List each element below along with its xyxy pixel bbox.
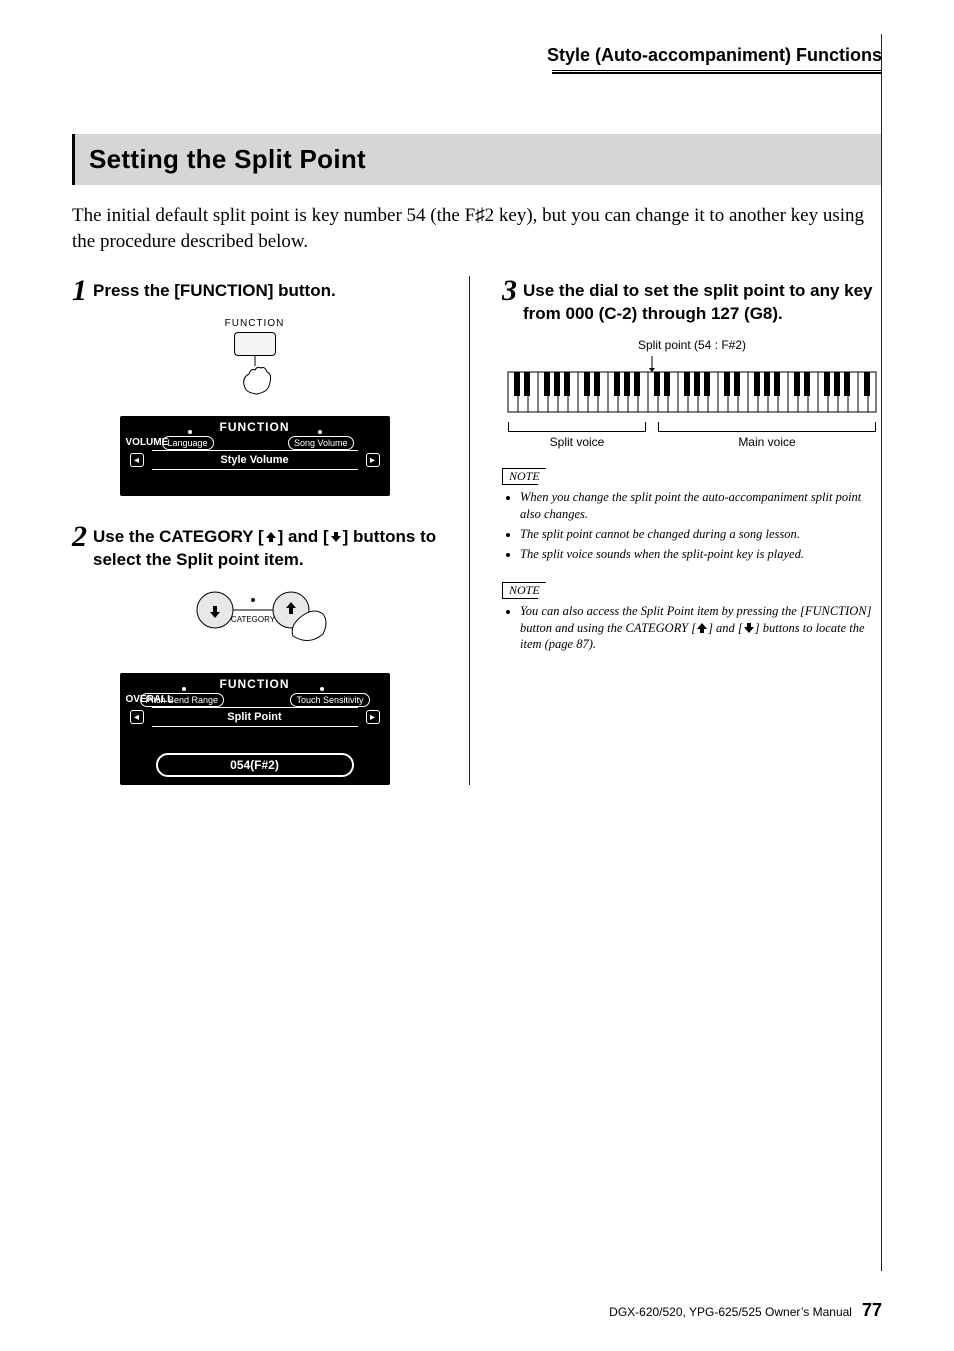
lcd1-title: FUNCTION bbox=[126, 420, 384, 434]
chapter-header: Style (Auto-accompaniment) Functions bbox=[547, 45, 882, 66]
header-rule bbox=[552, 70, 882, 74]
function-button-label: FUNCTION bbox=[72, 318, 437, 329]
note-head: NOTE bbox=[502, 582, 549, 599]
category-label: CATEGORY bbox=[230, 615, 275, 624]
step-1: 1 Press the [FUNCTION] button. bbox=[72, 276, 437, 306]
category-down-icon bbox=[743, 622, 755, 634]
lcd1-right-arrow-icon: ▸ bbox=[366, 453, 380, 467]
lcd2-dot-r bbox=[320, 687, 324, 691]
column-divider bbox=[469, 276, 470, 785]
category-up-icon bbox=[264, 530, 278, 544]
note-item: You can also access the Split Point item… bbox=[520, 603, 882, 654]
lcd2-value: 054(F#2) bbox=[156, 753, 354, 777]
manual-page: Style (Auto-accompaniment) Functions Set… bbox=[0, 0, 954, 1351]
lcd-figure-2: FUNCTION OVERALL Pitch Bend Range Touch … bbox=[72, 673, 437, 785]
lcd2-right-pill: Touch Sensitivity bbox=[290, 693, 369, 707]
lcd2-center: Split Point bbox=[152, 707, 358, 727]
note-block-2: NOTE You can also access the Split Point… bbox=[502, 581, 882, 654]
lcd2-left-arrow-icon: ◂ bbox=[130, 710, 144, 724]
page-footer: DGX-620/520, YPG-625/525 Owner’s Manual … bbox=[609, 1300, 882, 1321]
split-point-caption: Split point (54 : F#2) bbox=[502, 338, 882, 352]
intro-pre: The initial default split point is key n… bbox=[72, 205, 475, 226]
split-voice-label: Split voice bbox=[550, 435, 605, 449]
note-head: NOTE bbox=[502, 468, 549, 485]
note-item: When you change the split point the auto… bbox=[520, 489, 882, 523]
lcd1-center: Style Volume bbox=[152, 450, 358, 470]
keyboard-figure: Split point (54 : F#2) bbox=[502, 338, 882, 449]
lcd1-dot-l bbox=[188, 430, 192, 434]
intro-text: The initial default split point is key n… bbox=[72, 203, 882, 254]
page-number: 77 bbox=[862, 1300, 882, 1321]
step-text: Press the [FUNCTION] button. bbox=[93, 276, 336, 303]
lcd2-left-pill: Pitch Bend Range bbox=[140, 693, 225, 707]
section-title: Setting the Split Point bbox=[72, 134, 882, 185]
function-button-icon bbox=[234, 332, 276, 356]
category-down-icon bbox=[329, 530, 343, 544]
main-voice-label: Main voice bbox=[738, 435, 795, 449]
lcd1-left-pill: Language bbox=[162, 436, 214, 450]
hand-press-icon bbox=[225, 354, 285, 398]
lcd2-title: FUNCTION bbox=[126, 677, 384, 691]
lcd-figure-1: FUNCTION VOLUME Language Song Volume ◂ S… bbox=[72, 416, 437, 496]
manual-title: DGX-620/520, YPG-625/525 Owner’s Manual bbox=[609, 1305, 852, 1319]
step-text: Use the dial to set the split point to a… bbox=[523, 276, 882, 326]
note-block-1: NOTE When you change the split point the… bbox=[502, 467, 882, 563]
step-text: Use the CATEGORY [] and [] buttons to se… bbox=[93, 522, 437, 572]
left-column: 1 Press the [FUNCTION] button. FUNCTION … bbox=[72, 276, 437, 785]
right-rule bbox=[881, 34, 882, 1271]
note-item: The split voice sounds when the split-po… bbox=[520, 546, 882, 563]
sharp-symbol: ♯ bbox=[475, 205, 485, 226]
lcd2-dot-l bbox=[182, 687, 186, 691]
keyboard-icon bbox=[502, 356, 882, 418]
step-2: 2 Use the CATEGORY [] and [] buttons to … bbox=[72, 522, 437, 572]
lcd1-dot-r bbox=[318, 430, 322, 434]
lcd1-right-pill: Song Volume bbox=[288, 436, 354, 450]
step-number: 3 bbox=[502, 276, 517, 306]
lcd2-right-arrow-icon: ▸ bbox=[366, 710, 380, 724]
function-button-figure: FUNCTION bbox=[72, 318, 437, 398]
step-number: 2 bbox=[72, 522, 87, 552]
lcd1-left-arrow-icon: ◂ bbox=[130, 453, 144, 467]
step-3: 3 Use the dial to set the split point to… bbox=[502, 276, 882, 326]
category-buttons-figure: CATEGORY bbox=[72, 584, 437, 659]
category-dial-icon: CATEGORY bbox=[155, 584, 355, 654]
step-number: 1 bbox=[72, 276, 87, 306]
right-column: 3 Use the dial to set the split point to… bbox=[502, 276, 882, 785]
category-up-icon bbox=[696, 622, 708, 634]
note-item: The split point cannot be changed during… bbox=[520, 526, 882, 543]
